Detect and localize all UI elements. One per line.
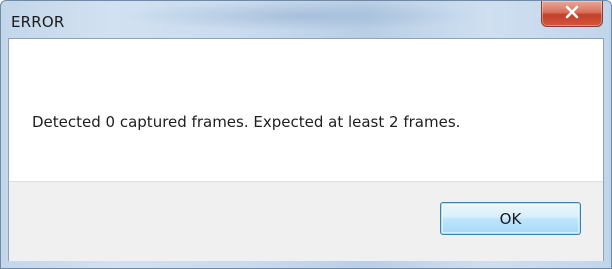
error-dialog-window: ERROR Detected 0 captured frames. Expect… [0, 0, 612, 269]
ok-button[interactable]: OK [440, 202, 581, 235]
message-area: Detected 0 captured frames. Expected at … [9, 39, 603, 181]
close-icon [564, 4, 580, 23]
error-message: Detected 0 captured frames. Expected at … [32, 113, 461, 131]
close-button[interactable] [541, 1, 603, 27]
title-bar[interactable]: ERROR [1, 1, 611, 37]
button-area: OK [9, 181, 603, 261]
dialog-client-area: Detected 0 captured frames. Expected at … [8, 38, 604, 261]
window-title: ERROR [11, 13, 65, 31]
